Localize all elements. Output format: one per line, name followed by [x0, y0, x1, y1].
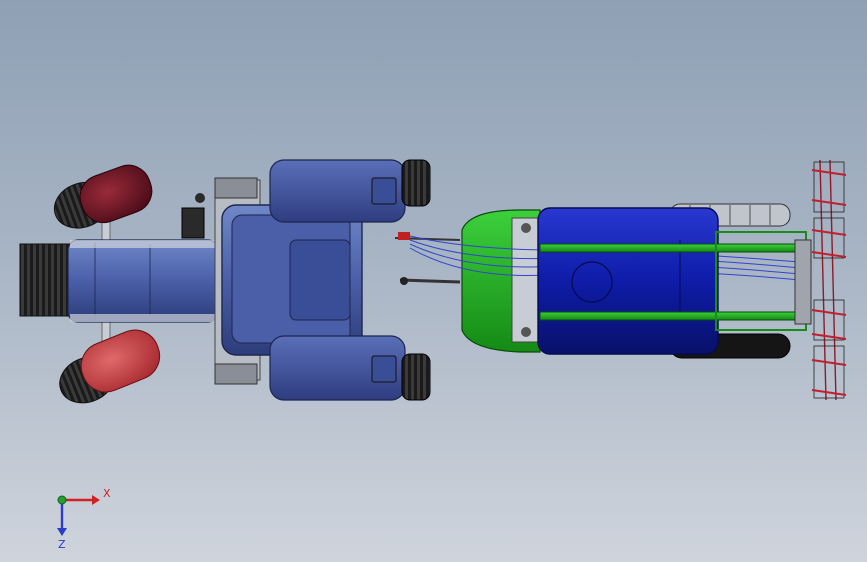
- z-axis-label: Z: [58, 538, 66, 551]
- orientation-triad: X Z: [57, 487, 111, 551]
- spray-tank: [537, 207, 719, 355]
- chassis-rail-top: [539, 243, 809, 253]
- sprayer-implement[interactable]: [409, 203, 812, 359]
- rear-harrow: [811, 159, 847, 401]
- chassis-rail-bottom: [539, 311, 809, 321]
- rear-tyre-top: [401, 159, 431, 207]
- exhaust-pipe: [181, 207, 205, 239]
- rear-tyre-bottom: [401, 353, 431, 401]
- y-axis-dot: [57, 495, 67, 505]
- x-axis-label: X: [103, 487, 111, 500]
- cad-viewport[interactable]: X Z: [0, 0, 867, 562]
- radiator-grille: [19, 243, 71, 317]
- tractor[interactable]: [19, 159, 461, 411]
- tractor-hood: [67, 239, 219, 323]
